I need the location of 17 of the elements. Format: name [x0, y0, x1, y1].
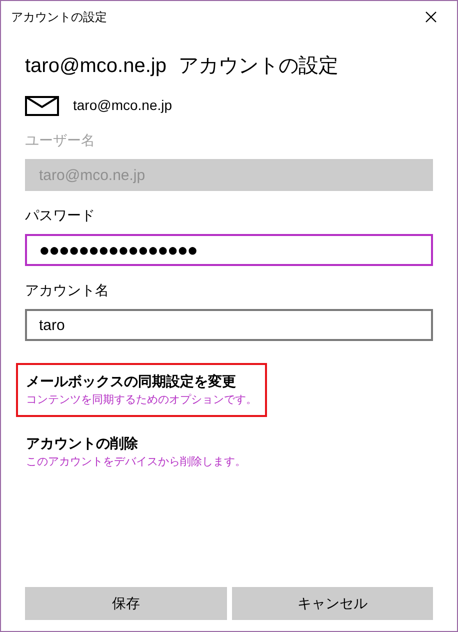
account-email: taro@mco.ne.jp	[73, 96, 172, 115]
cancel-button[interactable]: キャンセル	[232, 587, 433, 620]
field-label: アカウント名	[25, 281, 110, 300]
window-title: アカウントの設定	[11, 9, 107, 26]
field-label: パスワード	[25, 206, 96, 225]
heading-email: taro@mco.ne.jp	[25, 54, 166, 79]
save-button[interactable]: 保存	[25, 587, 226, 620]
heading-title: アカウントの設定	[178, 54, 338, 79]
mail-icon	[25, 96, 59, 116]
link-description: コンテンツを同期するためのオプションです。	[26, 392, 257, 408]
link-title[interactable]: メールボックスの同期設定を変更	[26, 371, 257, 392]
field-label: ユーザー名	[25, 131, 96, 150]
input-field[interactable]: taro	[25, 309, 433, 341]
input-field[interactable]: ●●●●●●●●●●●●●●●●	[25, 234, 433, 266]
link-title[interactable]: アカウントの削除	[26, 432, 246, 454]
link-description: このアカウントをデバイスから削除します。	[26, 454, 246, 470]
close-icon	[425, 11, 437, 23]
